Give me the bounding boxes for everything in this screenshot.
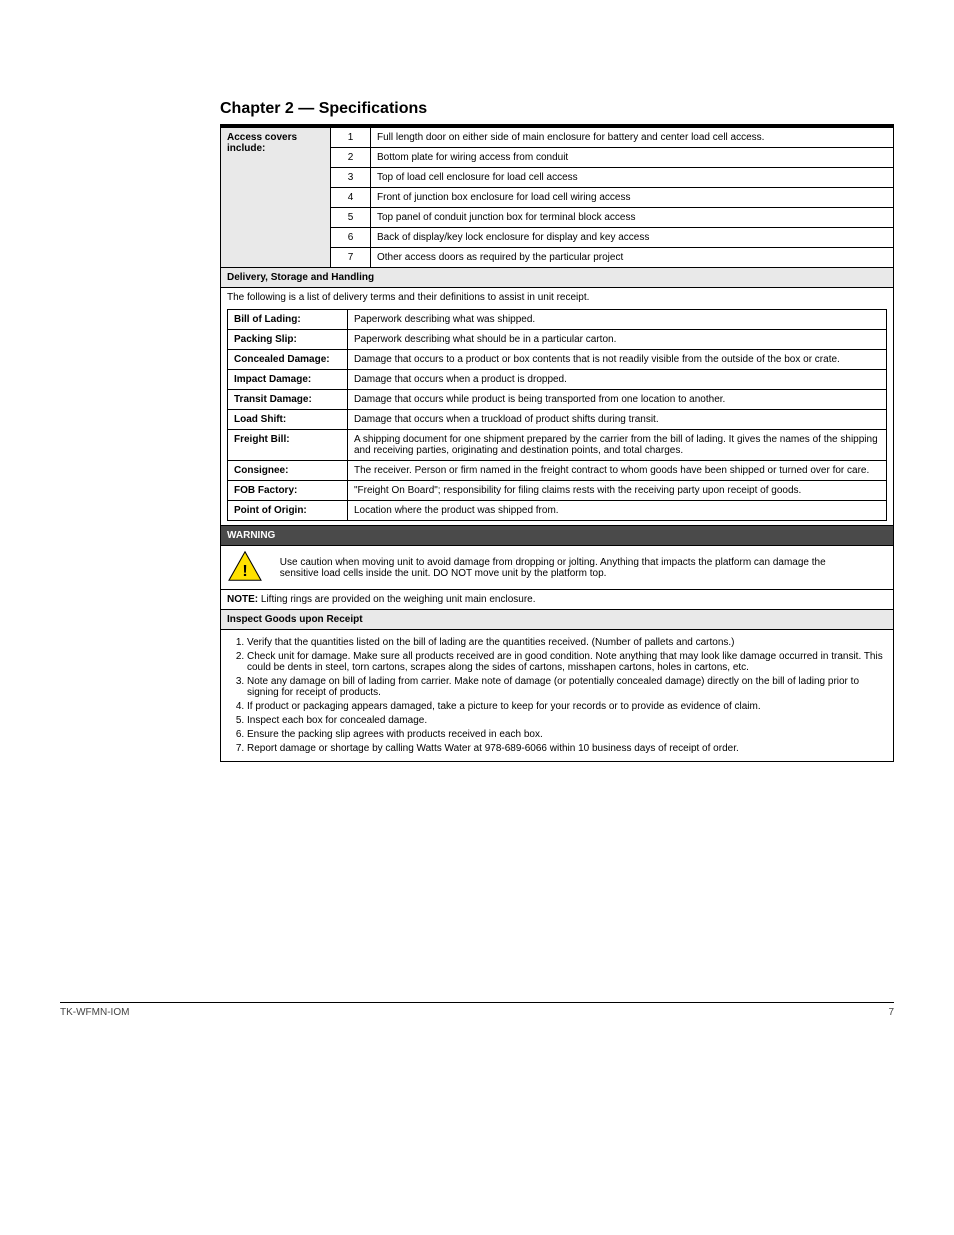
term-row: Point of Origin:Location where the produ… xyxy=(228,501,887,521)
term-def: Damage that occurs to a product or box c… xyxy=(348,350,887,370)
svg-text:!: ! xyxy=(242,563,247,580)
term-label: Consignee: xyxy=(228,461,348,481)
term-def: Paperwork describing what should be in a… xyxy=(348,330,887,350)
warning-text: Use caution when moving unit to avoid da… xyxy=(280,557,840,579)
term-label: Packing Slip: xyxy=(228,330,348,350)
term-row: Packing Slip:Paperwork describing what s… xyxy=(228,330,887,350)
list-item: Verify that the quantities listed on the… xyxy=(247,637,887,648)
list-item: Check unit for damage. Make sure all pro… xyxy=(247,651,887,673)
access-id: 1 xyxy=(331,128,371,148)
access-text: Full length door on either side of main … xyxy=(371,128,894,148)
spec-table: Access covers include: 1 Full length doo… xyxy=(220,127,894,762)
access-text: Bottom plate for wiring access from cond… xyxy=(371,148,894,168)
term-def: Paperwork describing what was shipped. xyxy=(348,310,887,330)
note-text: Lifting rings are provided on the weighi… xyxy=(261,594,536,605)
delivery-body: The following is a list of delivery term… xyxy=(221,288,894,526)
access-text: Back of display/key lock enclosure for d… xyxy=(371,228,894,248)
term-row: Load Shift:Damage that occurs when a tru… xyxy=(228,410,887,430)
access-id: 7 xyxy=(331,248,371,268)
term-label: Load Shift: xyxy=(228,410,348,430)
footer-left: TK-WFMN-IOM xyxy=(60,1007,129,1018)
delivery-intro: The following is a list of delivery term… xyxy=(227,292,887,303)
terms-table: Bill of Lading:Paperwork describing what… xyxy=(227,309,887,521)
term-row: FOB Factory:"Freight On Board"; responsi… xyxy=(228,481,887,501)
delivery-header: Delivery, Storage and Handling xyxy=(221,268,894,288)
page-footer: TK-WFMN-IOM 7 xyxy=(60,1002,894,1018)
access-id: 6 xyxy=(331,228,371,248)
term-def: Location where the product was shipped f… xyxy=(348,501,887,521)
term-label: Freight Bill: xyxy=(228,430,348,461)
term-def: "Freight On Board"; responsibility for f… xyxy=(348,481,887,501)
term-row: Consignee:The receiver. Person or firm n… xyxy=(228,461,887,481)
list-item: Note any damage on bill of lading from c… xyxy=(247,676,887,698)
inspect-body: Verify that the quantities listed on the… xyxy=(221,630,894,762)
term-row: Freight Bill:A shipping document for one… xyxy=(228,430,887,461)
table-row: Verify that the quantities listed on the… xyxy=(221,630,894,762)
term-row: Transit Damage:Damage that occurs while … xyxy=(228,390,887,410)
table-row: The following is a list of delivery term… xyxy=(221,288,894,526)
access-text: Top of load cell enclosure for load cell… xyxy=(371,168,894,188)
page-title: Chapter 2 — Specifications xyxy=(220,100,894,118)
warning-icon: ! xyxy=(227,550,267,585)
access-id: 5 xyxy=(331,208,371,228)
warning-bar: WARNING xyxy=(221,526,894,546)
table-row: Inspect Goods upon Receipt xyxy=(221,610,894,630)
steps-list: Verify that the quantities listed on the… xyxy=(247,637,887,754)
term-row: Concealed Damage:Damage that occurs to a… xyxy=(228,350,887,370)
term-def: A shipping document for one shipment pre… xyxy=(348,430,887,461)
access-text: Front of junction box enclosure for load… xyxy=(371,188,894,208)
access-id: 3 xyxy=(331,168,371,188)
warning-cell: ! Use caution when moving unit to avoid … xyxy=(221,546,894,590)
inspect-header: Inspect Goods upon Receipt xyxy=(221,610,894,630)
term-label: Concealed Damage: xyxy=(228,350,348,370)
access-text: Other access doors as required by the pa… xyxy=(371,248,894,268)
access-id: 4 xyxy=(331,188,371,208)
list-item: Report damage or shortage by calling Wat… xyxy=(247,743,887,754)
note-cell: NOTE: Lifting rings are provided on the … xyxy=(221,590,894,610)
table-row: ! Use caution when moving unit to avoid … xyxy=(221,546,894,590)
list-item: Ensure the packing slip agrees with prod… xyxy=(247,729,887,740)
term-label: Bill of Lading: xyxy=(228,310,348,330)
term-def: Damage that occurs when a product is dro… xyxy=(348,370,887,390)
term-def: The receiver. Person or firm named in th… xyxy=(348,461,887,481)
list-item: If product or packaging appears damaged,… xyxy=(247,701,887,712)
term-def: Damage that occurs while product is bein… xyxy=(348,390,887,410)
note-label: NOTE: xyxy=(227,594,258,605)
term-label: Transit Damage: xyxy=(228,390,348,410)
term-row: Impact Damage:Damage that occurs when a … xyxy=(228,370,887,390)
term-def: Damage that occurs when a truckload of p… xyxy=(348,410,887,430)
term-label: Point of Origin: xyxy=(228,501,348,521)
term-label: FOB Factory: xyxy=(228,481,348,501)
term-label: Impact Damage: xyxy=(228,370,348,390)
access-id: 2 xyxy=(331,148,371,168)
table-row: Access covers include: 1 Full length doo… xyxy=(221,128,894,148)
access-text: Top panel of conduit junction box for te… xyxy=(371,208,894,228)
term-row: Bill of Lading:Paperwork describing what… xyxy=(228,310,887,330)
table-row: Delivery, Storage and Handling xyxy=(221,268,894,288)
footer-right: 7 xyxy=(888,1007,894,1018)
table-row: NOTE: Lifting rings are provided on the … xyxy=(221,590,894,610)
list-item: Inspect each box for concealed damage. xyxy=(247,715,887,726)
table-row: WARNING xyxy=(221,526,894,546)
access-header: Access covers include: xyxy=(221,128,331,268)
